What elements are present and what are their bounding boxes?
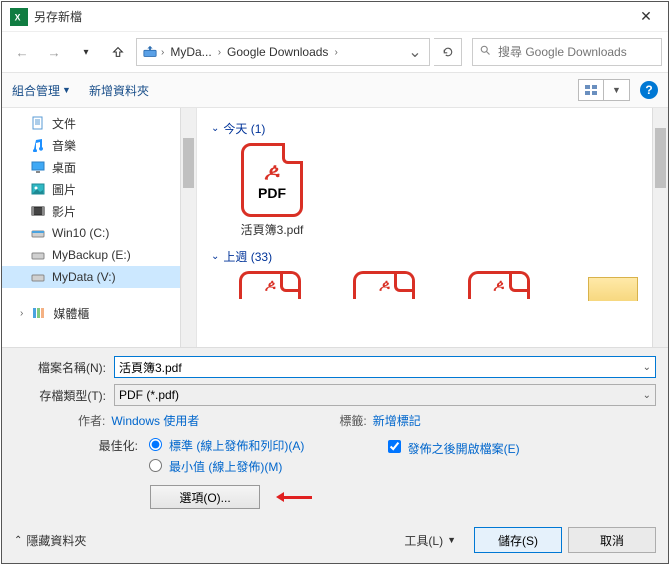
group-today[interactable]: ⌄今天 (1) [211, 120, 656, 137]
desktop-icon [30, 159, 46, 175]
search-icon [479, 43, 492, 61]
tags-label: 標籤: [339, 412, 366, 429]
breadcrumb-item[interactable]: MyDa... [166, 45, 215, 59]
filename-input[interactable]: 活頁簿3.pdf⌄ [114, 356, 656, 378]
music-icon [30, 137, 46, 153]
options-button[interactable]: 選項(O)... [150, 485, 260, 509]
nav-tree[interactable]: 文件 音樂 桌面 圖片 影片 Win10 (C:) MyBackup (E:) … [2, 108, 197, 347]
pdf-icon: ዾ [468, 271, 530, 299]
breadcrumb-item[interactable]: Google Downloads [223, 45, 332, 59]
tags-value[interactable]: 新增標記 [373, 412, 421, 429]
filetype-label: 存檔類型(T): [14, 387, 114, 404]
chevron-right-icon[interactable]: › [20, 308, 23, 319]
tree-item-desktop[interactable]: 桌面 [2, 156, 196, 178]
new-folder-button[interactable]: 新增資料夾 [89, 82, 149, 99]
chevron-right-icon: › [216, 47, 223, 58]
search-input[interactable] [496, 44, 655, 60]
chevron-down-icon: ⌄ [211, 251, 219, 262]
folder-icon [588, 277, 638, 301]
optimize-standard-radio[interactable]: 標準 (線上發佈和列印)(A) [144, 437, 304, 454]
tree-item-pictures[interactable]: 圖片 [2, 178, 196, 200]
tree-item-drive-e[interactable]: MyBackup (E:) [2, 244, 196, 266]
excel-icon: X [10, 8, 28, 26]
drive-icon [30, 269, 46, 285]
open-after-checkbox[interactable]: 發佈之後開啟檔案(E) [384, 437, 519, 457]
cancel-button[interactable]: 取消 [568, 527, 656, 553]
view-dropdown[interactable]: ▼ [604, 79, 630, 101]
hide-folders-toggle[interactable]: ⌃隱藏資料夾 [14, 532, 86, 549]
chevron-down-icon[interactable]: ⌄ [643, 362, 651, 373]
filetype-select[interactable]: PDF (*.pdf)⌄ [114, 384, 656, 406]
annotation-arrow [276, 492, 312, 502]
file-item[interactable]: ዾ [456, 271, 542, 299]
view-switcher[interactable]: ▼ [578, 79, 630, 101]
document-icon [30, 115, 46, 131]
library-icon [31, 305, 47, 321]
forward-button[interactable]: → [40, 39, 68, 65]
tree-item-drive-c[interactable]: Win10 (C:) [2, 222, 196, 244]
tree-item-drive-v[interactable]: MyData (V:) [2, 266, 196, 288]
file-item[interactable]: ዾ [227, 271, 313, 299]
tools-menu[interactable]: 工具(L) ▼ [404, 532, 456, 549]
optimize-minimum-radio[interactable]: 最小值 (線上發佈)(M) [144, 458, 304, 475]
chevron-down-icon[interactable]: ⌄ [643, 390, 651, 401]
address-bar: ← → ▾ › MyDa... › Google Downloads › ⌄ [2, 32, 668, 72]
history-dropdown[interactable]: ▾ [72, 39, 100, 65]
save-button[interactable]: 儲存(S) [474, 527, 562, 553]
chevron-down-icon: ⌄ [211, 123, 219, 134]
search-box[interactable] [472, 38, 662, 66]
optimize-label: 最佳化: [14, 437, 144, 454]
author-value[interactable]: Windows 使用者 [111, 412, 199, 429]
file-item[interactable] [570, 271, 656, 301]
refresh-button[interactable] [434, 38, 462, 66]
drive-icon [30, 225, 46, 241]
drive-icon [30, 247, 46, 263]
tree-item-music[interactable]: 音樂 [2, 134, 196, 156]
svg-text:X: X [15, 12, 21, 22]
pdf-icon: ዾ [239, 271, 301, 299]
tree-item-documents[interactable]: 文件 [2, 112, 196, 134]
pdf-icon: ዾPDF [241, 143, 303, 217]
chevron-up-icon: ⌃ [14, 535, 22, 546]
back-button[interactable]: ← [8, 39, 36, 65]
file-item[interactable]: ዾ [341, 271, 427, 299]
author-label: 作者: [78, 412, 105, 429]
help-button[interactable]: ? [640, 81, 658, 99]
file-scrollbar[interactable] [652, 108, 668, 347]
organize-menu[interactable]: 組合管理 ▼ [12, 82, 71, 99]
filename-label: 檔案名稱(N): [14, 359, 114, 376]
file-item[interactable]: ዾPDF 活頁簿3.pdf [227, 143, 317, 238]
pdf-icon: ዾ [353, 271, 415, 299]
file-list[interactable]: ⌄今天 (1) ዾPDF 活頁簿3.pdf ⌄上週 (33) ዾ ዾ ዾ [197, 108, 668, 347]
up-button[interactable] [104, 39, 132, 65]
save-options-panel: 檔案名稱(N): 活頁簿3.pdf⌄ 存檔類型(T): PDF (*.pdf)⌄… [2, 347, 668, 563]
breadcrumb-dropdown[interactable]: ⌄ [405, 42, 425, 62]
chevron-right-icon: › [159, 47, 166, 58]
drive-icon [141, 45, 159, 59]
tree-scrollbar[interactable] [180, 108, 196, 347]
picture-icon [30, 181, 46, 197]
file-name: 活頁簿3.pdf [241, 221, 304, 238]
breadcrumb[interactable]: › MyDa... › Google Downloads › ⌄ [136, 38, 430, 66]
video-icon [30, 203, 46, 219]
window-title: 另存新檔 [34, 8, 624, 25]
group-lastweek[interactable]: ⌄上週 (33) [211, 248, 656, 265]
toolbar: 組合管理 ▼ 新增資料夾 ▼ ? [2, 72, 668, 108]
tree-item-videos[interactable]: 影片 [2, 200, 196, 222]
chevron-right-icon: › [332, 47, 339, 58]
titlebar: X 另存新檔 ✕ [2, 2, 668, 32]
view-icons-button[interactable] [578, 79, 604, 101]
close-button[interactable]: ✕ [624, 2, 668, 32]
tree-item-libraries[interactable]: ›媒體櫃 [2, 302, 196, 324]
